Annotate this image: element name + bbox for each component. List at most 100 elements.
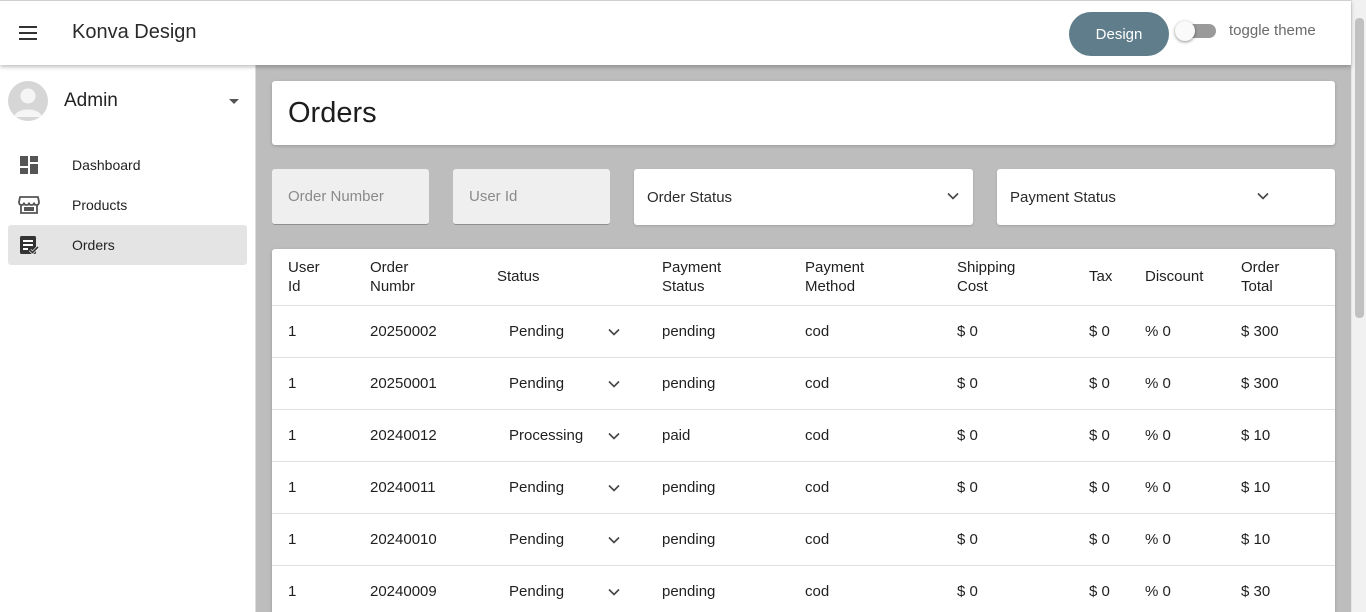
- cell-order-total: $ 300: [1241, 304, 1335, 357]
- cell-user-id: 1: [272, 564, 370, 612]
- cell-order-total: $ 30: [1241, 564, 1335, 612]
- status-select[interactable]: Pending: [497, 575, 621, 607]
- page-title: Orders: [288, 97, 377, 129]
- sidebar-item-products[interactable]: Products: [8, 185, 247, 225]
- cell-tax: $ 0: [1089, 512, 1145, 565]
- header-discount[interactable]: Discount: [1145, 249, 1241, 305]
- toggle-thumb[interactable]: [1175, 20, 1195, 41]
- cell-payment-status: pending: [662, 512, 805, 565]
- avatar: [8, 81, 48, 121]
- table-row[interactable]: 1 20250002 Pending pending cod $ 0 $ 0 %…: [272, 304, 1335, 357]
- chevron-down-icon: [608, 536, 620, 544]
- status-select[interactable]: Pending: [497, 523, 621, 555]
- table-row[interactable]: 1 20240010 Pending pending cod $ 0 $ 0 %…: [272, 512, 1335, 565]
- cell-payment-status: pending: [662, 304, 805, 357]
- status-value: Pending: [509, 530, 565, 548]
- table-row[interactable]: 1 20240011 Pending pending cod $ 0 $ 0 %…: [272, 460, 1335, 513]
- header-payment-method[interactable]: Payment Method: [805, 249, 957, 305]
- cell-payment-method: cod: [805, 356, 957, 409]
- cell-tax: $ 0: [1089, 460, 1145, 513]
- header-user-id[interactable]: User Id: [272, 249, 370, 305]
- status-select[interactable]: Pending: [497, 367, 621, 399]
- cell-order-number: 20240010: [370, 512, 497, 565]
- sidebar-item-orders[interactable]: Orders: [8, 225, 247, 265]
- payment-status-label: Payment Status: [1010, 188, 1116, 206]
- header-status[interactable]: Status: [497, 249, 662, 305]
- cell-status: Pending: [497, 512, 662, 565]
- cell-user-id: 1: [272, 408, 370, 461]
- orders-table-card: User Id Order Numbr Status Payment Status P…: [272, 249, 1335, 612]
- hamburger-menu-icon: [19, 26, 37, 40]
- cell-order-number: 20250001: [370, 356, 497, 409]
- toggle-track[interactable]: [1175, 20, 1216, 41]
- status-select[interactable]: Pending: [497, 315, 621, 347]
- table-row[interactable]: 1 20240009 Pending pending cod $ 0 $ 0 %…: [272, 564, 1335, 612]
- user-name: Admin: [64, 90, 118, 111]
- cell-shipping-cost: $ 0: [957, 304, 1089, 357]
- status-select[interactable]: Processing: [497, 419, 621, 451]
- caret-down-icon: [229, 99, 239, 104]
- dashboard-icon: [17, 153, 41, 177]
- cell-shipping-cost: $ 0: [957, 512, 1089, 565]
- toggle-theme-label: toggle theme: [1229, 22, 1316, 39]
- cell-discount: % 0: [1145, 460, 1241, 513]
- cell-status: Pending: [497, 564, 662, 612]
- table-header-row: User Id Order Numbr Status Payment Status P…: [272, 249, 1335, 305]
- cell-payment-status: pending: [662, 460, 805, 513]
- design-button[interactable]: Design: [1069, 12, 1169, 56]
- cell-payment-method: cod: [805, 408, 957, 461]
- cell-order-total: $ 10: [1241, 512, 1335, 565]
- chevron-down-icon: [608, 589, 620, 596]
- cell-discount: % 0: [1145, 512, 1241, 565]
- chevron-down-icon: [608, 484, 620, 492]
- title-card: Orders: [272, 81, 1335, 145]
- cell-discount: % 0: [1145, 564, 1241, 612]
- status-value: Pending: [509, 322, 565, 340]
- cell-discount: % 0: [1145, 356, 1241, 409]
- cell-payment-method: cod: [805, 304, 957, 357]
- order-status-label: Order Status: [647, 188, 733, 206]
- user-id-input[interactable]: [469, 188, 610, 205]
- app-title: Konva Design: [72, 21, 197, 43]
- menu-button[interactable]: [12, 17, 44, 49]
- cell-user-id: 1: [272, 460, 370, 513]
- scrollbar-thumb[interactable]: [1355, 18, 1364, 318]
- orders-icon: [17, 233, 41, 257]
- chevron-down-icon: [1257, 192, 1269, 200]
- cell-payment-method: cod: [805, 564, 957, 612]
- header-shipping-cost[interactable]: Shipping Cost: [957, 249, 1089, 305]
- app-bar: Konva Design Design toggle theme: [0, 0, 1351, 65]
- table-row[interactable]: 1 20250001 Pending pending cod $ 0 $ 0 %…: [272, 356, 1335, 409]
- header-order-total[interactable]: Order Total: [1241, 249, 1335, 305]
- cell-status: Processing: [497, 408, 662, 461]
- cell-payment-status: paid: [662, 408, 805, 461]
- sidebar-item-dashboard[interactable]: Dashboard: [8, 145, 247, 185]
- order-number-input[interactable]: [288, 188, 429, 205]
- status-select[interactable]: Pending: [497, 471, 621, 503]
- header-tax[interactable]: Tax: [1089, 249, 1145, 305]
- chevron-down-icon: [608, 432, 620, 440]
- chevron-down-icon: [947, 192, 959, 200]
- table-row[interactable]: 1 20240012 Processing paid cod $ 0 $ 0 %…: [272, 408, 1335, 461]
- cell-payment-status: pending: [662, 564, 805, 612]
- cell-tax: $ 0: [1089, 564, 1145, 612]
- order-number-field[interactable]: [272, 169, 429, 225]
- header-payment-status[interactable]: Payment Status: [662, 249, 805, 305]
- status-value: Processing: [509, 426, 584, 444]
- order-status-select[interactable]: Order Status: [634, 169, 973, 225]
- cell-shipping-cost: $ 0: [957, 460, 1089, 513]
- cell-order-number: 20240012: [370, 408, 497, 461]
- payment-status-select[interactable]: Payment Status: [997, 169, 1335, 225]
- cell-shipping-cost: $ 0: [957, 408, 1089, 461]
- cell-shipping-cost: $ 0: [957, 564, 1089, 612]
- cell-status: Pending: [497, 460, 662, 513]
- cell-order-total: $ 10: [1241, 408, 1335, 461]
- theme-toggle[interactable]: toggle theme: [1175, 20, 1316, 41]
- page-scrollbar[interactable]: [1351, 0, 1366, 612]
- user-id-field[interactable]: [453, 169, 610, 225]
- header-order-number[interactable]: Order Numbr: [370, 249, 497, 305]
- user-menu[interactable]: Admin: [8, 81, 248, 121]
- account-icon: [14, 88, 42, 117]
- main-content: Orders Order Status Payment Status: [256, 65, 1351, 612]
- orders-table: User Id Order Numbr Status Payment Status P…: [272, 249, 1335, 612]
